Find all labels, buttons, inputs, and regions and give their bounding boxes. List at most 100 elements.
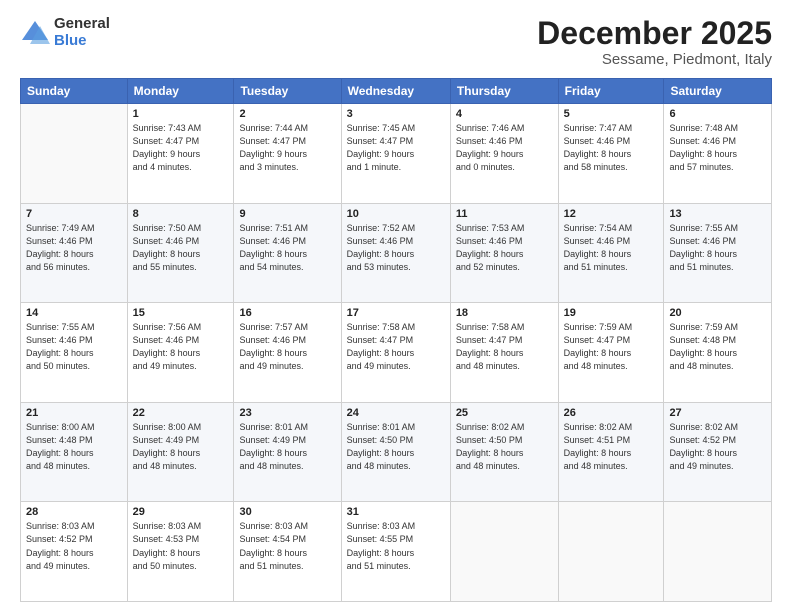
logo-general-label: General	[54, 16, 110, 33]
calendar-cell: 22 Sunrise: 8:00 AM Sunset: 4:49 PM Dayli…	[127, 402, 234, 502]
calendar-week-3: 14 Sunrise: 7:55 AM Sunset: 4:46 PM Dayli…	[21, 303, 772, 403]
calendar-cell: 24Sunrise: 8:01 AM Sunset: 4:50 PM Dayli…	[341, 402, 450, 502]
calendar-cell: 29 Sunrise: 8:03 AM Sunset: 4:53 PM Dayli…	[127, 502, 234, 602]
day-number: 11	[456, 208, 553, 220]
calendar-cell	[558, 502, 664, 602]
day-info: Sunrise: 8:01 AM Sunset: 4:49 PM Dayligh…	[239, 421, 335, 473]
day-number: 18	[456, 307, 553, 319]
day-info: Sunrise: 8:02 AM Sunset: 4:50 PM Dayligh…	[456, 421, 553, 473]
calendar-cell: 2 Sunrise: 7:44 AM Sunset: 4:47 PM Daylig…	[234, 104, 341, 204]
day-info: Sunrise: 8:00 AM Sunset: 4:49 PM Dayligh…	[133, 421, 229, 473]
day-info: Sunrise: 7:58 AM Sunset: 4:47 PM Dayligh…	[456, 321, 553, 373]
day-number: 7	[26, 208, 122, 220]
day-number: 2	[239, 108, 335, 120]
day-info: Sunrise: 7:54 AM Sunset: 4:46 PM Dayligh…	[564, 222, 659, 274]
day-info: Sunrise: 7:46 AM Sunset: 4:46 PM Dayligh…	[456, 122, 553, 174]
calendar-cell: 5Sunrise: 7:47 AM Sunset: 4:46 PM Daylig…	[558, 104, 664, 204]
col-thursday: Thursday	[450, 79, 558, 104]
calendar-cell: 17 Sunrise: 7:58 AM Sunset: 4:47 PM Dayli…	[341, 303, 450, 403]
calendar-cell: 4Sunrise: 7:46 AM Sunset: 4:46 PM Daylig…	[450, 104, 558, 204]
main-title: December 2025	[537, 16, 772, 51]
calendar-week-4: 21 Sunrise: 8:00 AM Sunset: 4:48 PM Dayli…	[21, 402, 772, 502]
calendar-cell: 9 Sunrise: 7:51 AM Sunset: 4:46 PM Daylig…	[234, 203, 341, 303]
calendar-week-2: 7Sunrise: 7:49 AM Sunset: 4:46 PM Daylig…	[21, 203, 772, 303]
day-info: Sunrise: 7:50 AM Sunset: 4:46 PM Dayligh…	[133, 222, 229, 274]
calendar-cell: 27 Sunrise: 8:02 AM Sunset: 4:52 PM Dayli…	[664, 402, 772, 502]
calendar-cell: 18 Sunrise: 7:58 AM Sunset: 4:47 PM Dayli…	[450, 303, 558, 403]
day-info: Sunrise: 7:52 AM Sunset: 4:46 PM Dayligh…	[347, 222, 445, 274]
day-number: 8	[133, 208, 229, 220]
day-info: Sunrise: 7:53 AM Sunset: 4:46 PM Dayligh…	[456, 222, 553, 274]
day-number: 29	[133, 506, 229, 518]
logo-text: General Blue	[54, 16, 110, 49]
calendar-week-5: 28 Sunrise: 8:03 AM Sunset: 4:52 PM Dayli…	[21, 502, 772, 602]
day-info: Sunrise: 7:55 AM Sunset: 4:46 PM Dayligh…	[26, 321, 122, 373]
day-info: Sunrise: 7:44 AM Sunset: 4:47 PM Dayligh…	[239, 122, 335, 174]
calendar-cell: 8 Sunrise: 7:50 AM Sunset: 4:46 PM Daylig…	[127, 203, 234, 303]
day-info: Sunrise: 8:03 AM Sunset: 4:52 PM Dayligh…	[26, 520, 122, 572]
calendar-cell: 6Sunrise: 7:48 AM Sunset: 4:46 PM Daylig…	[664, 104, 772, 204]
day-info: Sunrise: 7:45 AM Sunset: 4:47 PM Dayligh…	[347, 122, 445, 174]
calendar-cell	[664, 502, 772, 602]
calendar-cell: 13Sunrise: 7:55 AM Sunset: 4:46 PM Dayli…	[664, 203, 772, 303]
day-number: 31	[347, 506, 445, 518]
calendar-cell: 26 Sunrise: 8:02 AM Sunset: 4:51 PM Dayli…	[558, 402, 664, 502]
day-info: Sunrise: 7:59 AM Sunset: 4:48 PM Dayligh…	[669, 321, 766, 373]
logo-icon	[20, 18, 50, 48]
day-number: 19	[564, 307, 659, 319]
calendar-cell: 21 Sunrise: 8:00 AM Sunset: 4:48 PM Dayli…	[21, 402, 128, 502]
calendar-cell: 25 Sunrise: 8:02 AM Sunset: 4:50 PM Dayli…	[450, 402, 558, 502]
day-number: 28	[26, 506, 122, 518]
day-info: Sunrise: 7:43 AM Sunset: 4:47 PM Dayligh…	[133, 122, 229, 174]
calendar-table: Sunday Monday Tuesday Wednesday Thursday…	[20, 78, 772, 602]
calendar-cell: 1 Sunrise: 7:43 AM Sunset: 4:47 PM Daylig…	[127, 104, 234, 204]
calendar-cell: 15 Sunrise: 7:56 AM Sunset: 4:46 PM Dayli…	[127, 303, 234, 403]
day-info: Sunrise: 7:58 AM Sunset: 4:47 PM Dayligh…	[347, 321, 445, 373]
day-number: 14	[26, 307, 122, 319]
calendar-cell: 14 Sunrise: 7:55 AM Sunset: 4:46 PM Dayli…	[21, 303, 128, 403]
calendar-cell: 20Sunrise: 7:59 AM Sunset: 4:48 PM Dayli…	[664, 303, 772, 403]
day-info: Sunrise: 7:51 AM Sunset: 4:46 PM Dayligh…	[239, 222, 335, 274]
calendar-cell: 30 Sunrise: 8:03 AM Sunset: 4:54 PM Dayli…	[234, 502, 341, 602]
calendar-header-row: Sunday Monday Tuesday Wednesday Thursday…	[21, 79, 772, 104]
day-info: Sunrise: 7:55 AM Sunset: 4:46 PM Dayligh…	[669, 222, 766, 274]
day-number: 22	[133, 407, 229, 419]
calendar-cell: 16Sunrise: 7:57 AM Sunset: 4:46 PM Dayli…	[234, 303, 341, 403]
title-block: December 2025 Sessame, Piedmont, Italy	[537, 16, 772, 68]
day-number: 1	[133, 108, 229, 120]
day-info: Sunrise: 8:02 AM Sunset: 4:51 PM Dayligh…	[564, 421, 659, 473]
day-number: 12	[564, 208, 659, 220]
day-number: 10	[347, 208, 445, 220]
day-info: Sunrise: 8:01 AM Sunset: 4:50 PM Dayligh…	[347, 421, 445, 473]
calendar-cell: 7Sunrise: 7:49 AM Sunset: 4:46 PM Daylig…	[21, 203, 128, 303]
logo: General Blue	[20, 16, 110, 49]
header: General Blue December 2025 Sessame, Pied…	[20, 16, 772, 68]
day-info: Sunrise: 8:00 AM Sunset: 4:48 PM Dayligh…	[26, 421, 122, 473]
calendar-cell: 19Sunrise: 7:59 AM Sunset: 4:47 PM Dayli…	[558, 303, 664, 403]
day-number: 17	[347, 307, 445, 319]
day-info: Sunrise: 8:02 AM Sunset: 4:52 PM Dayligh…	[669, 421, 766, 473]
day-number: 25	[456, 407, 553, 419]
col-saturday: Saturday	[664, 79, 772, 104]
calendar-cell: 12 Sunrise: 7:54 AM Sunset: 4:46 PM Dayli…	[558, 203, 664, 303]
day-info: Sunrise: 7:48 AM Sunset: 4:46 PM Dayligh…	[669, 122, 766, 174]
calendar-cell: 10 Sunrise: 7:52 AM Sunset: 4:46 PM Dayli…	[341, 203, 450, 303]
calendar-cell: 28 Sunrise: 8:03 AM Sunset: 4:52 PM Dayli…	[21, 502, 128, 602]
day-info: Sunrise: 8:03 AM Sunset: 4:53 PM Dayligh…	[133, 520, 229, 572]
day-info: Sunrise: 7:56 AM Sunset: 4:46 PM Dayligh…	[133, 321, 229, 373]
page: General Blue December 2025 Sessame, Pied…	[0, 0, 792, 612]
calendar-cell	[21, 104, 128, 204]
calendar-cell: 23Sunrise: 8:01 AM Sunset: 4:49 PM Dayli…	[234, 402, 341, 502]
col-wednesday: Wednesday	[341, 79, 450, 104]
day-number: 30	[239, 506, 335, 518]
day-number: 9	[239, 208, 335, 220]
day-number: 21	[26, 407, 122, 419]
day-number: 5	[564, 108, 659, 120]
calendar-cell: 3Sunrise: 7:45 AM Sunset: 4:47 PM Daylig…	[341, 104, 450, 204]
day-number: 26	[564, 407, 659, 419]
calendar-cell: 31Sunrise: 8:03 AM Sunset: 4:55 PM Dayli…	[341, 502, 450, 602]
day-number: 15	[133, 307, 229, 319]
day-info: Sunrise: 8:03 AM Sunset: 4:54 PM Dayligh…	[239, 520, 335, 572]
col-friday: Friday	[558, 79, 664, 104]
day-number: 27	[669, 407, 766, 419]
